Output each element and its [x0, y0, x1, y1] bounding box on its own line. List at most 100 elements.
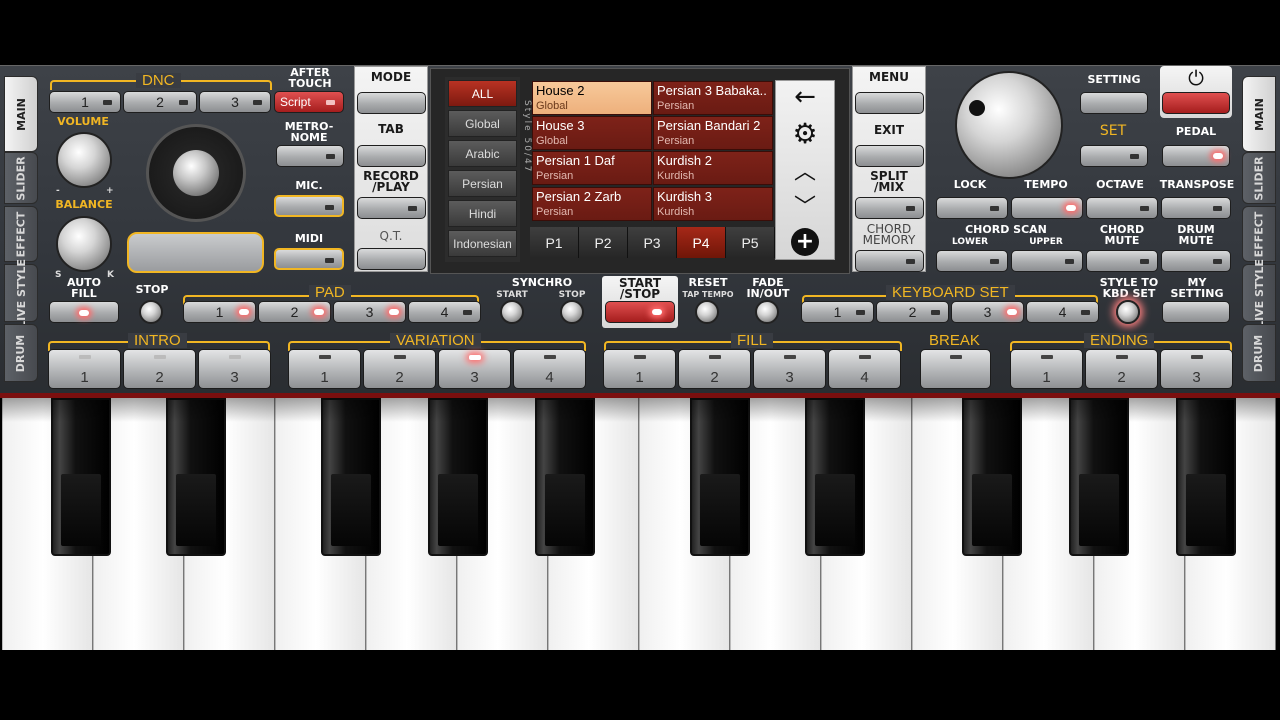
variation-button-3[interactable]: 3	[438, 349, 511, 389]
dnc-button-1[interactable]: 1	[49, 91, 121, 113]
joystick-ball[interactable]	[173, 150, 219, 196]
keyboard-set-button-3[interactable]: 3	[951, 301, 1024, 323]
reset-tap-tempo-button[interactable]	[695, 300, 719, 324]
dnc-button-2[interactable]: 2	[123, 91, 197, 113]
chord-scan-upper-button[interactable]	[1011, 250, 1083, 272]
page-button-p5[interactable]: P5	[726, 227, 775, 258]
fill-button-4[interactable]: 4	[828, 349, 901, 389]
split-mix-button[interactable]	[855, 197, 924, 219]
style-item[interactable]: Kurdish 3 Kurdish	[653, 187, 773, 221]
page-button-p3[interactable]: P3	[628, 227, 677, 258]
lock-button[interactable]	[936, 197, 1008, 219]
my-setting-button[interactable]	[1162, 301, 1230, 323]
indicator	[543, 355, 556, 359]
tab-effect-left[interactable]: EFFECT	[4, 206, 38, 262]
pad-button-3[interactable]: 3	[333, 301, 406, 323]
balance-knob[interactable]	[56, 216, 112, 272]
record-play-button[interactable]	[357, 197, 426, 219]
pedal-button[interactable]	[1162, 145, 1230, 167]
mic-button[interactable]	[274, 195, 344, 217]
chord-mute-button[interactable]	[1086, 250, 1158, 272]
break-button[interactable]	[920, 349, 991, 389]
ending-button-1[interactable]: 1	[1010, 349, 1083, 389]
pad-button-1[interactable]: 1	[183, 301, 256, 323]
category-global[interactable]: Global	[448, 110, 517, 137]
volume-knob[interactable]	[56, 132, 112, 188]
style-item[interactable]: Kurdish 2 Kurdish	[653, 151, 773, 185]
style-item[interactable]: Persian Bandari 2 Persian	[653, 116, 773, 150]
script-button[interactable]: Script	[274, 91, 344, 113]
tab-drum-left[interactable]: DRUM	[4, 324, 38, 382]
variation-button-4[interactable]: 4	[513, 349, 586, 389]
category-arabic[interactable]: Arabic	[448, 140, 517, 167]
tab-slider-left[interactable]: SLIDER	[4, 152, 38, 204]
qt-button[interactable]	[357, 248, 426, 270]
tab-live-style-right[interactable]: LIVE STYLE	[1242, 259, 1276, 327]
chord-scan-lower-button[interactable]	[936, 250, 1008, 272]
exit-button[interactable]	[855, 145, 924, 167]
pad-stop-button[interactable]	[139, 300, 163, 324]
fade-in-out-button[interactable]	[755, 300, 779, 324]
intro-button-3[interactable]: 3	[198, 349, 271, 389]
transpose-button[interactable]	[1161, 197, 1231, 219]
midi-button[interactable]	[274, 248, 344, 270]
octave-button[interactable]	[1086, 197, 1158, 219]
keyboard-set-button-2[interactable]: 2	[876, 301, 949, 323]
tab-main-right[interactable]: MAIN	[1242, 76, 1276, 152]
keyboard-set-button-1[interactable]: 1	[801, 301, 874, 323]
tab-slider-right[interactable]: SLIDER	[1242, 152, 1276, 204]
tab-button[interactable]	[357, 145, 426, 167]
style-item[interactable]: Persian 2 Zarb Persian	[532, 187, 652, 221]
lower-label: LOWER	[951, 237, 989, 247]
auto-fill-button[interactable]	[49, 301, 119, 323]
category-all[interactable]: ALL	[448, 80, 517, 107]
style-item[interactable]: Persian 1 Daf Persian	[532, 151, 652, 185]
setting-button[interactable]	[1080, 92, 1148, 114]
tab-live-style-left[interactable]: LIVE STYLE	[4, 259, 38, 327]
plus-icon[interactable]: +	[791, 228, 819, 256]
page-button-p1[interactable]: P1	[530, 227, 579, 258]
style-item[interactable]: House 2 Global	[532, 81, 652, 115]
tab-drum-right[interactable]: DRUM	[1242, 324, 1276, 382]
style-item[interactable]: Persian 3 Babaka.. Persian	[653, 81, 773, 115]
category-indonesian[interactable]: Indonesian	[448, 230, 517, 257]
fill-button-3[interactable]: 3	[753, 349, 826, 389]
fill-button-2[interactable]: 2	[678, 349, 751, 389]
page-button-p4[interactable]: P4	[677, 227, 726, 258]
dnc-button-3[interactable]: 3	[199, 91, 271, 113]
page-button-p2[interactable]: P2	[579, 227, 628, 258]
mode-button[interactable]	[357, 92, 426, 114]
pad-button-2[interactable]: 2	[258, 301, 331, 323]
intro-button-2[interactable]: 2	[123, 349, 196, 389]
set-button[interactable]	[1080, 145, 1148, 167]
chevron-up-icon[interactable]: ︿	[782, 153, 828, 187]
category-hindi[interactable]: Hindi	[448, 200, 517, 227]
chord-memory-button[interactable]	[855, 250, 924, 272]
synchro-stop-button[interactable]	[560, 300, 584, 324]
variation-button-2[interactable]: 2	[363, 349, 436, 389]
tab-main-left[interactable]: MAIN	[4, 76, 38, 152]
ending-button-2[interactable]: 2	[1085, 349, 1158, 389]
start-stop-button[interactable]	[605, 301, 675, 323]
power-button[interactable]	[1162, 92, 1230, 114]
category-persian[interactable]: Persian	[448, 170, 517, 197]
intro-button-1[interactable]: 1	[48, 349, 121, 389]
tab-effect-right[interactable]: EFFECT	[1242, 206, 1276, 262]
keyboard-set-button-4[interactable]: 4	[1026, 301, 1099, 323]
style-to-kbd-button[interactable]	[1116, 300, 1140, 324]
fill-button-1[interactable]: 1	[603, 349, 676, 389]
gear-icon[interactable]: ⚙	[782, 116, 828, 150]
pad-button-4[interactable]: 4	[408, 301, 481, 323]
drum-mute-button[interactable]	[1161, 250, 1231, 272]
variation-button-1[interactable]: 1	[288, 349, 361, 389]
synchro-start-button[interactable]	[500, 300, 524, 324]
back-arrow-icon[interactable]: ←	[782, 80, 828, 114]
metronome-button[interactable]	[276, 145, 344, 167]
style-item[interactable]: House 3 Global	[532, 116, 652, 150]
touch-pad[interactable]	[127, 232, 264, 273]
ending-button-3[interactable]: 3	[1160, 349, 1233, 389]
menu-button[interactable]	[855, 92, 924, 114]
chevron-down-icon[interactable]: ﹀	[782, 188, 828, 222]
tempo-button[interactable]	[1011, 197, 1083, 219]
data-dial[interactable]	[955, 71, 1063, 179]
